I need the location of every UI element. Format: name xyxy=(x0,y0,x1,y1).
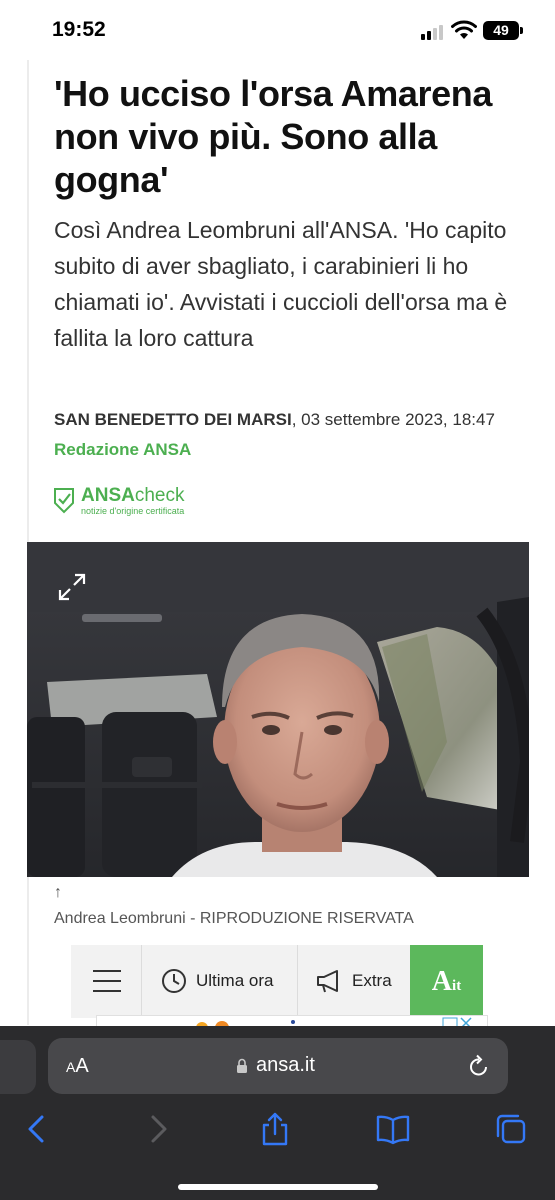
reader-aa-button[interactable]: AA xyxy=(66,1055,89,1078)
safari-chrome: AA ansa.it xyxy=(0,1026,555,1200)
expand-icon[interactable] xyxy=(57,572,87,602)
megaphone-icon xyxy=(317,970,338,993)
shield-check-icon xyxy=(54,488,74,514)
battery-cap xyxy=(520,27,523,34)
ansa-it-button[interactable]: Ait xyxy=(410,945,483,1018)
status-time: 19:52 xyxy=(52,18,106,41)
ait-logo-suffix: it xyxy=(452,978,462,994)
bookmarks-icon[interactable] xyxy=(376,1112,410,1146)
ansa-check-tagline: notizie d'origine certificata xyxy=(81,506,185,516)
article-headline: 'Ho ucciso l'orsa Amarena non vivo più. … xyxy=(54,73,492,200)
ansa-check-brand: ANSA xyxy=(81,485,135,506)
address-bar[interactable]: AA ansa.it xyxy=(48,1038,508,1094)
dateline-location: SAN BENEDETTO DEI MARSI xyxy=(54,410,292,429)
back-icon[interactable] xyxy=(20,1112,54,1146)
caption-arrow-icon: ↑ xyxy=(54,884,62,901)
reload-icon[interactable] xyxy=(468,1054,490,1078)
tabs-icon[interactable] xyxy=(494,1112,528,1146)
aa-big: A xyxy=(75,1055,89,1077)
ait-logo-letter: A xyxy=(431,966,453,997)
ansa-check-brand-light: check xyxy=(134,485,185,506)
status-bar: 19:52 49 xyxy=(0,0,555,60)
clock-icon xyxy=(162,969,186,993)
forward-icon[interactable] xyxy=(141,1112,175,1146)
wifi-icon xyxy=(451,20,477,39)
extra-label: Extra xyxy=(352,971,392,990)
photo-caption: Andrea Leombruni - RIPRODUZIONE RISERVAT… xyxy=(54,910,414,927)
extra-button[interactable]: Extra xyxy=(299,945,410,1018)
previous-tab-preview[interactable] xyxy=(0,1040,36,1094)
home-indicator xyxy=(178,1184,378,1190)
article-dateline: SAN BENEDETTO DEI MARSI, 03 settembre 20… xyxy=(54,410,544,430)
ultima-ora-label: Ultima ora xyxy=(196,971,274,990)
ultima-ora-button[interactable]: Ultima ora xyxy=(143,945,298,1018)
dateline-date: , 03 settembre 2023, 18:47 xyxy=(291,410,495,429)
cellular-signal-icon xyxy=(421,24,447,40)
site-bottom-nav: Ultima ora Extra Ait xyxy=(71,945,483,1018)
article-photo[interactable] xyxy=(27,542,529,877)
lock-icon xyxy=(237,1058,247,1073)
share-icon[interactable] xyxy=(258,1112,292,1146)
ansa-check-badge[interactable]: ANSAcheck notizie d'origine certificata xyxy=(53,485,213,520)
menu-button[interactable] xyxy=(71,945,142,1018)
battery-icon: 49 xyxy=(483,21,519,40)
car-selfie-image xyxy=(27,542,529,877)
ansa-check-logo: ANSAcheck xyxy=(81,485,184,507)
aa-small: A xyxy=(66,1059,76,1075)
article-author[interactable]: Redazione ANSA xyxy=(54,440,191,460)
url-text: ansa.it xyxy=(256,1054,315,1076)
article-subheadline: Così Andrea Leombruni all'ANSA. 'Ho capi… xyxy=(54,217,508,351)
